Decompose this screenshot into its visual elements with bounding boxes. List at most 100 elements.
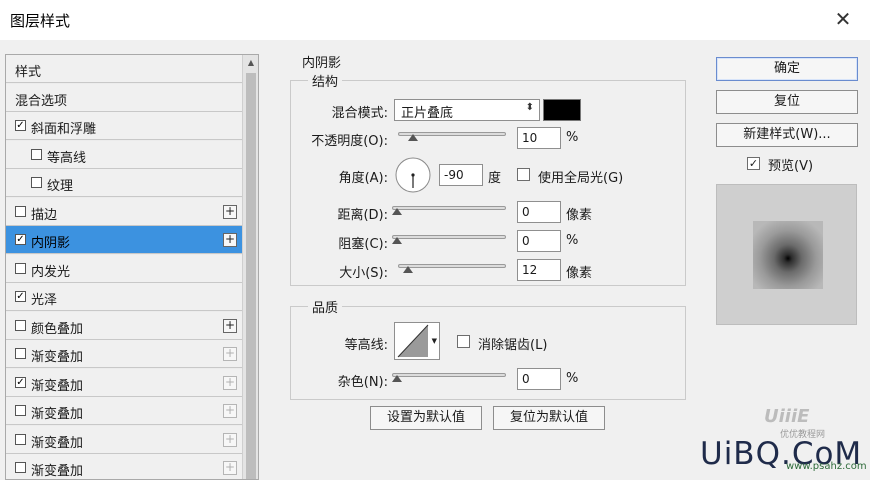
add-effect-icon[interactable]: + [223, 375, 237, 390]
style-preview [716, 184, 857, 325]
noise-unit: % [566, 371, 579, 386]
structure-legend: 结构 [308, 71, 343, 90]
style-list-item[interactable]: ✓ 光泽 [6, 283, 242, 311]
style-item-label: 内发光 [31, 264, 71, 280]
style-item-checkbox[interactable] [15, 348, 26, 359]
quality-legend: 品质 [308, 297, 343, 316]
style-item-checkbox[interactable]: ✓ [15, 234, 26, 245]
angle-dial[interactable] [395, 157, 431, 193]
new-style-button[interactable]: 新建样式(W)... [716, 123, 858, 147]
contour-label: 等高线: [344, 338, 388, 353]
choke-label: 阻塞(C): [338, 237, 388, 252]
style-item-label: 渐变叠加 [31, 350, 84, 365]
style-list-item[interactable]: ✓ 斜面和浮雕 [6, 112, 242, 140]
style-item-checkbox[interactable] [15, 405, 26, 416]
choke-slider-thumb[interactable] [392, 237, 402, 245]
style-list: 样式 混合选项 ✓ 斜面和浮雕 等高线 纹理 描边 + ✓ 内阴影 + 内发光 ✓ 光泽 颜色叠加 + 渐变叠加… [5, 54, 259, 480]
style-list-item[interactable]: 颜色叠加 + [6, 311, 242, 340]
add-effect-icon[interactable]: + [223, 404, 237, 418]
blend-mode-select[interactable]: 正片叠底 ⬍ [394, 99, 540, 121]
contour-dropdown-icon[interactable]: ▼ [432, 337, 437, 345]
preview-checkbox[interactable]: ✓ [747, 157, 760, 170]
add-effect-icon[interactable]: + [223, 204, 237, 219]
style-item-checkbox[interactable]: ✓ [15, 120, 26, 131]
add-effect-icon[interactable]: + [223, 432, 237, 447]
ok-button[interactable]: 确定 [716, 57, 858, 81]
close-icon[interactable]: ✕ [830, 6, 856, 32]
style-list-item[interactable]: ✓ 渐变叠加 + [6, 368, 242, 397]
preview-swatch [753, 221, 823, 289]
style-list-item[interactable]: 渐变叠加 + [6, 425, 242, 454]
choke-input[interactable]: 0 [517, 230, 561, 252]
global-light-checkbox[interactable] [517, 168, 530, 181]
size-unit: 像素 [566, 266, 593, 281]
reset-default-button[interactable]: 复位为默认值 [493, 406, 605, 430]
size-slider[interactable] [398, 264, 506, 268]
panel-title: 内阴影 [302, 56, 342, 71]
noise-label: 杂色(N): [337, 375, 388, 390]
add-effect-icon[interactable]: + [223, 461, 237, 475]
reset-button[interactable]: 复位 [716, 90, 858, 114]
style-list-item[interactable]: 描边 + [6, 197, 242, 226]
size-label: 大小(S): [339, 266, 388, 281]
style-list-item[interactable]: 渐变叠加 + [6, 340, 242, 368]
noise-input[interactable]: 0 [517, 368, 561, 390]
style-item-label: 样式 [15, 65, 42, 80]
style-item-checkbox[interactable] [15, 462, 26, 473]
distance-label: 距离(D): [337, 208, 388, 223]
style-item-label: 混合选项 [15, 93, 68, 109]
style-item-checkbox[interactable] [15, 205, 26, 217]
style-item-checkbox[interactable] [15, 262, 26, 274]
style-list-item[interactable]: 纹理 [6, 169, 242, 197]
global-light-label: 使用全局光(G) [538, 171, 624, 186]
distance-slider-thumb[interactable] [392, 208, 402, 216]
watermark-tag: UiiiE [764, 406, 810, 427]
style-list-item[interactable]: 渐变叠加 + [6, 397, 242, 425]
style-item-label: 光泽 [31, 293, 58, 308]
scroll-thumb[interactable] [246, 73, 256, 479]
angle-unit: 度 [488, 171, 502, 186]
contour-picker[interactable]: ▼ [394, 322, 440, 360]
style-item-checkbox[interactable] [31, 148, 42, 160]
style-list-scrollbar[interactable]: ▲ [242, 55, 258, 479]
style-item-label: 斜面和浮雕 [31, 122, 97, 137]
style-list-item[interactable]: ✓ 内阴影 + [6, 226, 242, 254]
style-list-item[interactable]: 混合选项 [6, 83, 242, 112]
opacity-label: 不透明度(O): [311, 134, 388, 149]
set-default-button[interactable]: 设置为默认值 [370, 406, 482, 430]
size-slider-thumb[interactable] [402, 266, 413, 274]
style-list-item[interactable]: 渐变叠加 + [6, 454, 242, 479]
distance-input[interactable]: 0 [517, 201, 561, 223]
size-input[interactable]: 12 [517, 259, 561, 281]
style-item-label: 渐变叠加 [31, 407, 84, 422]
noise-slider-thumb[interactable] [392, 375, 402, 383]
contour-linear-icon [397, 324, 429, 358]
style-list-item[interactable]: 内发光 [6, 254, 242, 283]
antialias-checkbox[interactable] [457, 335, 470, 348]
window-title: 图层样式 [10, 12, 71, 30]
style-item-label: 渐变叠加 [31, 435, 84, 451]
choke-slider[interactable] [392, 235, 506, 239]
opacity-slider-thumb[interactable] [407, 134, 418, 142]
distance-slider[interactable] [392, 206, 506, 210]
add-effect-icon[interactable]: + [223, 347, 237, 361]
style-item-checkbox[interactable] [15, 319, 26, 331]
angle-input[interactable]: -90 [439, 164, 483, 186]
style-item-label: 渐变叠加 [31, 464, 84, 479]
scroll-up-icon[interactable]: ▲ [243, 55, 258, 71]
style-item-checkbox[interactable]: ✓ [15, 376, 26, 388]
add-effect-icon[interactable]: + [223, 233, 237, 247]
angle-label: 角度(A): [338, 171, 388, 186]
style-list-item[interactable]: 样式 [6, 55, 242, 83]
opacity-input[interactable]: 10 [517, 127, 561, 149]
style-item-label: 内阴影 [31, 236, 71, 251]
noise-slider[interactable] [392, 373, 506, 377]
blend-mode-label: 混合模式: [331, 106, 388, 121]
add-effect-icon[interactable]: + [223, 318, 237, 333]
distance-unit: 像素 [566, 208, 593, 223]
style-item-checkbox[interactable]: ✓ [15, 291, 26, 302]
shadow-color-swatch[interactable] [543, 99, 581, 121]
style-item-checkbox[interactable] [15, 433, 26, 445]
style-item-checkbox[interactable] [31, 177, 42, 188]
style-list-item[interactable]: 等高线 [6, 140, 242, 169]
